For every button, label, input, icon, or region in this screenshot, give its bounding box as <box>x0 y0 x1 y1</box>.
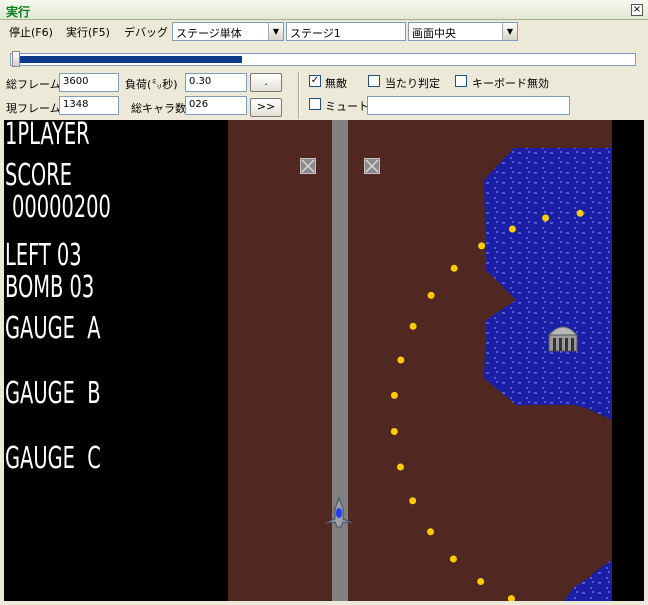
lives-label: LEFT 03 <box>5 238 82 273</box>
seek-track[interactable] <box>10 53 636 66</box>
invincible-checkbox[interactable]: ✓ <box>309 75 321 87</box>
window-title: 実行 <box>6 5 31 19</box>
enemy-bullet <box>390 428 398 435</box>
char-count-field[interactable]: 026 <box>185 96 247 115</box>
game-view[interactable]: 1PLAYER SCORE 00000200 LEFT 03 BOMB 03 G… <box>4 120 644 601</box>
stage-field[interactable]: ステージ1 <box>286 22 406 41</box>
gauge-a-label: GAUGE A <box>5 311 101 346</box>
fast-forward-button[interactable]: >> <box>250 98 282 117</box>
stop-menu[interactable]: 停止(F6) <box>9 24 53 40</box>
enemy-bullet <box>542 214 550 222</box>
enemy-bullet <box>409 322 417 330</box>
message-field[interactable] <box>367 96 570 115</box>
hit-check-label: 当たり判定 <box>385 77 440 90</box>
score-value: 00000200 <box>12 190 111 225</box>
mute-checkbox[interactable] <box>309 98 321 110</box>
seek-progress <box>13 56 242 63</box>
view-select-value: 画面中央 <box>412 27 456 40</box>
frame-seekbar[interactable] <box>10 45 638 67</box>
run-menu[interactable]: 実行(F5) <box>66 24 110 40</box>
score-label: SCORE <box>5 158 72 193</box>
enemy-bullet <box>409 497 417 505</box>
keyboard-off-checkbox[interactable] <box>455 75 467 87</box>
step-button[interactable]: . <box>250 73 282 92</box>
load-field[interactable]: 0.30 <box>185 73 247 92</box>
enemy-bullet <box>427 528 434 536</box>
current-frame-field[interactable]: 1348 <box>59 96 119 115</box>
enemy-bullet <box>508 225 516 233</box>
bomb-label: BOMB 03 <box>5 270 95 305</box>
divider <box>298 72 300 119</box>
char-count-label: 総キャラ数 <box>131 102 186 115</box>
play-field <box>228 120 612 601</box>
invincible-label: 無敵 <box>325 77 347 90</box>
load-label: 負荷(㍉秒) <box>125 78 178 91</box>
mute-label: ミュート <box>325 100 369 113</box>
player-label: 1PLAYER <box>5 120 90 152</box>
enemy-bullet <box>390 391 398 399</box>
gauge-c-label: GAUGE C <box>5 441 101 476</box>
keyboard-off-label: キーボード無効 <box>472 77 549 90</box>
enemy-bullet <box>397 463 404 471</box>
player-ship-icon <box>324 497 354 528</box>
total-frames-label: 総フレーム <box>6 78 61 91</box>
close-icon[interactable]: × <box>631 4 643 16</box>
current-frame-label: 現フレーム <box>6 102 61 115</box>
hud-panel: 1PLAYER SCORE 00000200 LEFT 03 BOMB 03 G… <box>4 120 228 601</box>
enemy-bullet <box>576 209 584 217</box>
view-select[interactable]: 画面中央 ▼ <box>408 22 518 41</box>
enemy-bullet <box>427 291 435 299</box>
chevron-down-icon[interactable]: ▼ <box>268 23 283 40</box>
debug-menu[interactable]: デバッグ <box>124 24 168 40</box>
gauge-b-label: GAUGE B <box>5 376 101 411</box>
toolbar: 停止(F6) 実行(F5) デバッグ ステージ単体 ▼ ステージ1 画面中央 ▼ <box>0 20 648 42</box>
bullet-layer <box>390 209 584 601</box>
mode-select[interactable]: ステージ単体 ▼ <box>172 22 284 41</box>
enemy-bullet <box>477 578 485 585</box>
total-frames-field[interactable]: 3600 <box>59 73 119 92</box>
hit-check-checkbox[interactable] <box>368 75 380 87</box>
seek-handle[interactable] <box>12 51 20 67</box>
window-titlebar: 実行 × <box>0 0 648 20</box>
enemy-bullet <box>507 595 515 601</box>
mode-select-value: ステージ単体 <box>176 27 242 40</box>
stage-field-value: ステージ1 <box>290 27 341 40</box>
right-border <box>612 120 644 601</box>
enemy-bullet <box>450 264 458 272</box>
enemy-bullet <box>478 242 486 250</box>
enemy-bullet <box>397 356 405 364</box>
enemy-bullet <box>449 555 457 563</box>
chevron-down-icon[interactable]: ▼ <box>502 23 517 40</box>
